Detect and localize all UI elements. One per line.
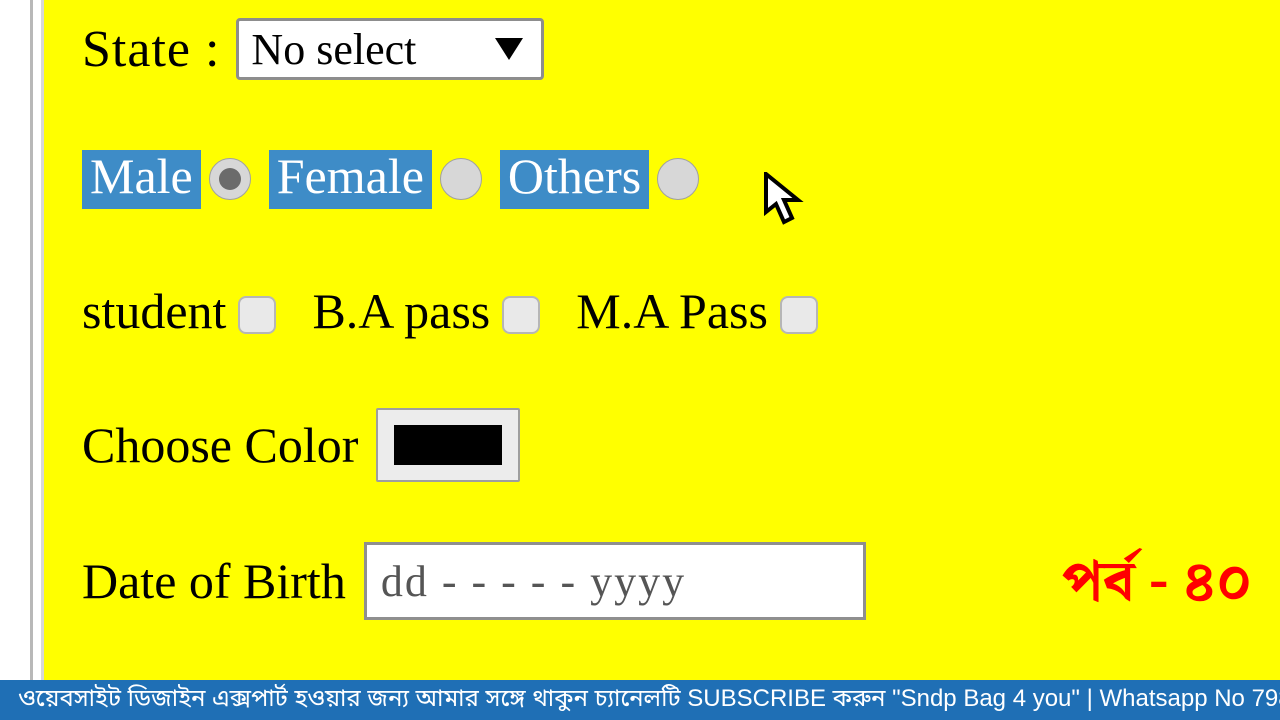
edu-ba-label: B.A pass xyxy=(312,282,490,340)
episode-badge: পর্ব - ৪০ xyxy=(1062,538,1252,630)
state-row: State : No select xyxy=(82,18,544,80)
chevron-down-icon xyxy=(495,38,523,60)
color-row: Choose Color xyxy=(82,408,520,482)
gender-radio-female[interactable] xyxy=(440,158,482,200)
dob-label: Date of Birth xyxy=(82,552,346,610)
edu-ma-checkbox[interactable] xyxy=(780,296,818,334)
dob-placeholder: dd - - - - - yyyy xyxy=(381,556,686,607)
banner-text: ওয়েবসাইট ডিজাইন এক্সপার্ট হওয়ার জন্য আ… xyxy=(18,684,1280,716)
page-root: State : No select Male Female Others stu… xyxy=(0,0,1280,720)
dob-input[interactable]: dd - - - - - yyyy xyxy=(364,542,866,620)
state-select[interactable]: No select xyxy=(236,18,544,80)
edu-student-checkbox[interactable] xyxy=(238,296,276,334)
window-left-border xyxy=(30,0,44,680)
gender-option-others-label: Others xyxy=(500,150,649,209)
color-label: Choose Color xyxy=(82,416,358,474)
color-picker[interactable] xyxy=(376,408,520,482)
color-swatch xyxy=(394,425,502,465)
gender-radio-male[interactable] xyxy=(209,158,251,200)
cursor-icon xyxy=(762,172,810,228)
gender-option-male-label: Male xyxy=(82,150,201,209)
gender-option-female-label: Female xyxy=(269,150,432,209)
dob-row: Date of Birth dd - - - - - yyyy xyxy=(82,542,866,620)
edu-ba-checkbox[interactable] xyxy=(502,296,540,334)
gender-row: Male Female Others xyxy=(82,150,717,209)
edu-student-label: student xyxy=(82,282,226,340)
gender-radio-others[interactable] xyxy=(657,158,699,200)
state-selected-value: No select xyxy=(251,24,416,75)
episode-text: পর্ব - ৪০ xyxy=(1062,538,1252,630)
form-panel: State : No select Male Female Others stu… xyxy=(44,0,1280,680)
bottom-banner: ওয়েবসাইট ডিজাইন এক্সপার্ট হওয়ার জন্য আ… xyxy=(0,680,1280,720)
edu-ma-label: M.A Pass xyxy=(576,282,768,340)
education-row: student B.A pass M.A Pass xyxy=(82,282,854,340)
state-label: State : xyxy=(82,20,220,79)
